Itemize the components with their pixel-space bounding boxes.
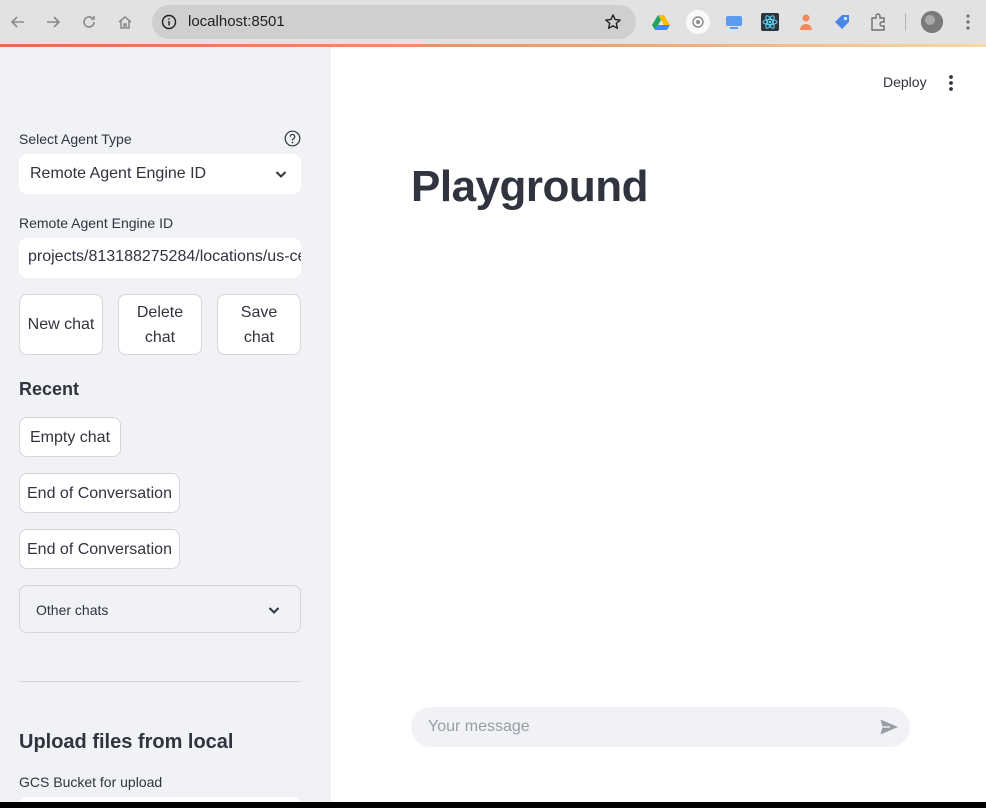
page-title: Playground — [411, 162, 649, 211]
extensions-puzzle-icon[interactable] — [868, 12, 888, 32]
chat-message-input[interactable] — [411, 707, 910, 747]
other-chats-expander[interactable]: Other chats — [19, 585, 301, 633]
profile-avatar[interactable] — [921, 11, 943, 33]
agent-type-label: Select Agent Type — [19, 131, 132, 147]
reload-icon[interactable] — [78, 11, 100, 33]
browser-toolbar: localhost:8501 — [0, 0, 986, 45]
screen-extension-icon[interactable] — [724, 12, 744, 32]
deploy-button[interactable]: Deploy — [883, 74, 927, 90]
gcs-bucket-label: GCS Bucket for upload — [19, 774, 163, 790]
address-bar[interactable]: localhost:8501 — [152, 5, 636, 39]
new-chat-button[interactable]: New chat — [19, 294, 103, 355]
agent-type-value: Remote Agent Engine ID — [30, 165, 207, 182]
sidebar-divider — [19, 681, 301, 682]
help-icon[interactable] — [284, 130, 301, 147]
tag-extension-icon[interactable] — [832, 12, 852, 32]
drive-extension-icon[interactable] — [651, 12, 671, 32]
main-content: Deploy Playground — [331, 47, 986, 802]
site-info-icon[interactable] — [161, 14, 177, 30]
recent-chat-item[interactable]: End of Conversation — [19, 473, 180, 513]
main-menu-icon[interactable] — [941, 73, 961, 93]
agent-type-select[interactable]: Remote Agent Engine ID — [19, 154, 301, 194]
recent-title: Recent — [19, 379, 80, 399]
url-text[interactable]: localhost:8501 — [188, 13, 285, 30]
chevron-down-icon — [268, 607, 280, 614]
browser-menu-icon[interactable] — [958, 12, 978, 32]
engine-id-label: Remote Agent Engine ID — [19, 215, 174, 231]
recent-chat-item[interactable]: End of Conversation — [19, 529, 180, 569]
send-icon[interactable] — [879, 717, 899, 737]
forward-icon[interactable] — [42, 11, 64, 33]
home-icon[interactable] — [114, 11, 136, 33]
upload-title: Upload files from local — [19, 731, 234, 753]
camera-extension-icon[interactable] — [686, 10, 710, 34]
recent-chat-item[interactable]: Empty chat — [19, 417, 121, 457]
gcs-bucket-input[interactable] — [19, 797, 301, 802]
react-devtools-icon[interactable] — [760, 12, 780, 32]
person-extension-icon[interactable] — [796, 12, 816, 32]
engine-id-input[interactable]: projects/813188275284/locations/us-centr… — [19, 238, 301, 278]
save-chat-button[interactable]: Save chat — [217, 294, 301, 355]
bookmark-star-icon[interactable] — [604, 13, 622, 31]
toolbar-separator — [905, 13, 906, 31]
back-icon[interactable] — [7, 11, 29, 33]
app-root: Select Agent Type Remote Agent Engine ID… — [0, 47, 986, 802]
chevron-down-icon — [275, 171, 287, 178]
sidebar: Select Agent Type Remote Agent Engine ID… — [0, 47, 331, 802]
delete-chat-button[interactable]: Delete chat — [118, 294, 202, 355]
other-chats-label: Other chats — [36, 602, 109, 618]
